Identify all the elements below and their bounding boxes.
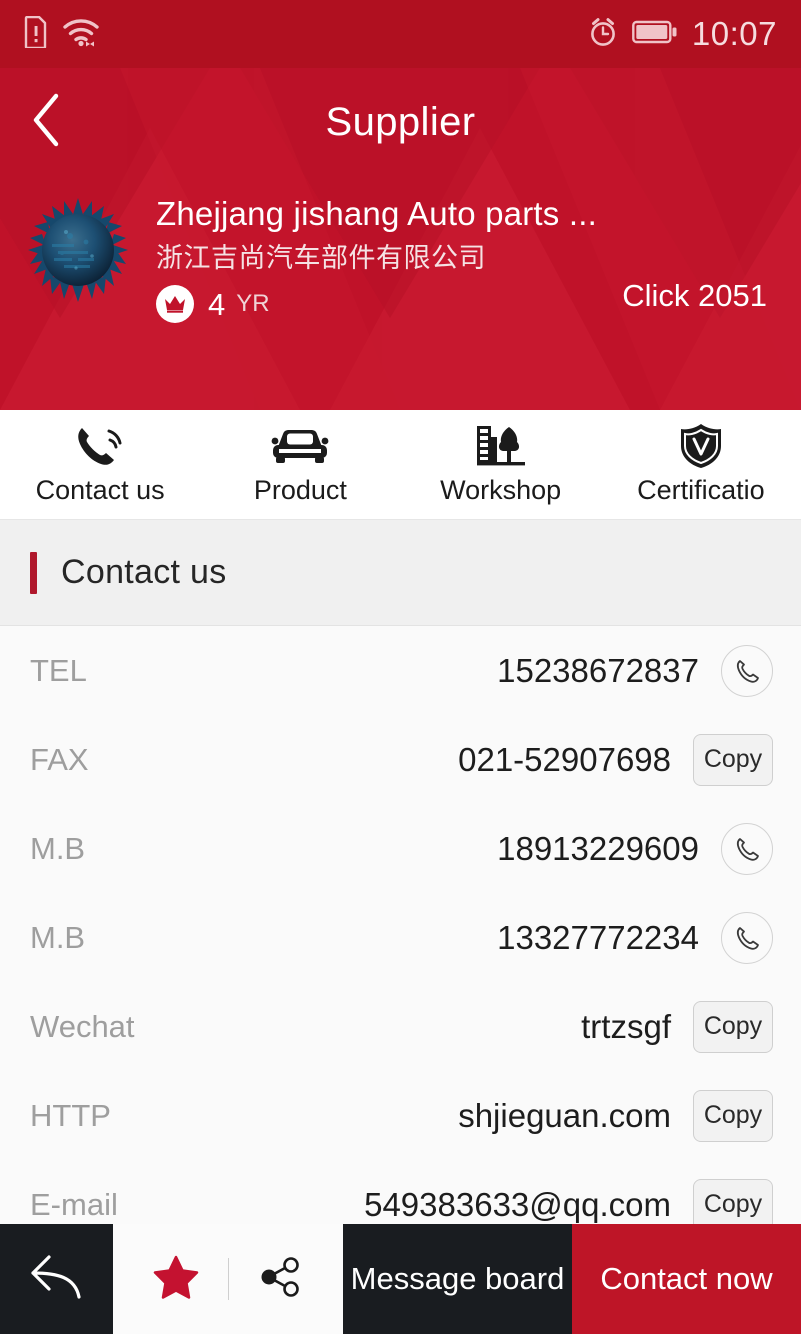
supplier-years-unit: YR — [236, 290, 270, 317]
factory-tree-icon — [473, 423, 529, 469]
wifi-icon — [62, 16, 100, 53]
supplier-years: 4 — [208, 286, 226, 322]
contact-label: TEL — [30, 652, 87, 688]
tab-product[interactable]: Product — [200, 410, 400, 519]
phone-icon — [736, 837, 759, 861]
contact-label: Wechat — [30, 1008, 135, 1044]
contact-label: E-mail — [30, 1186, 118, 1222]
section-accent-bar — [30, 551, 37, 594]
phone-icon — [736, 659, 759, 683]
contact-label: FAX — [30, 741, 89, 777]
status-bar-clock: 10:07 — [691, 15, 777, 52]
section-title: Contact us — [61, 553, 227, 591]
supplier-header: Supplier Zhejjang jishang Auto parts ...… — [0, 68, 801, 410]
tab-contact-us[interactable]: Contact us — [0, 410, 200, 519]
message-board-button[interactable]: Message board — [343, 1224, 572, 1334]
company-logo — [26, 198, 130, 302]
tab-label: Workshop — [440, 475, 562, 505]
contact-value: 15238672837 — [497, 651, 699, 689]
crown-icon — [156, 285, 194, 323]
copy-button[interactable]: Copy — [693, 1089, 773, 1142]
contact-value: 13327772234 — [497, 918, 699, 956]
contact-value: shjieguan.com — [458, 1096, 671, 1134]
contact-row-mb-1: M.B 18913229609 — [0, 804, 801, 893]
copy-button[interactable]: Copy — [693, 733, 773, 786]
contact-row-http: HTTP shjieguan.com Copy — [0, 1071, 801, 1160]
shield-v-icon — [678, 423, 724, 469]
contact-row-wechat: Wechat trtzsgf Copy — [0, 982, 801, 1071]
tab-certification[interactable]: Certificatio — [601, 410, 801, 519]
company-info: Zhejjang jishang Auto parts ... 浙江吉尚汽车部件… — [130, 194, 771, 323]
section-header: Contact us — [0, 520, 801, 626]
company-name-cn: 浙江吉尚汽车部件有限公司 — [156, 243, 486, 273]
call-button[interactable] — [721, 911, 773, 964]
tab-label: Certificatio — [637, 475, 765, 505]
contact-row-fax: FAX 021-52907698 Copy — [0, 715, 801, 804]
favorite-button[interactable] — [124, 1255, 228, 1304]
status-bar-right: 10:07 — [588, 15, 777, 53]
phone-icon — [736, 926, 759, 950]
bottom-action-bar: Message board Contact now — [0, 1224, 801, 1334]
copy-button[interactable]: Copy — [693, 1000, 773, 1053]
call-button[interactable] — [721, 822, 773, 875]
contact-label: M.B — [30, 919, 86, 955]
tab-workshop[interactable]: Workshop — [401, 410, 601, 519]
click-count: Click 2051 — [622, 278, 767, 313]
supplier-page: 10:07 Supplier Zhejjang jishang Auto par… — [0, 0, 801, 1334]
sim-alert-icon — [24, 15, 48, 53]
contact-row-tel: TEL 15238672837 — [0, 626, 801, 715]
navigation-bar: Supplier — [0, 68, 801, 176]
status-bar-left — [24, 15, 100, 53]
contact-value: trtzsgf — [581, 1007, 671, 1045]
contact-list: TEL 15238672837 FAX 021-52907698 Copy M.… — [0, 626, 801, 1249]
car-icon — [269, 423, 331, 469]
battery-icon — [632, 19, 678, 50]
bottom-back-button[interactable] — [0, 1224, 113, 1334]
contact-now-button[interactable]: Contact now — [572, 1224, 801, 1334]
call-button[interactable] — [721, 644, 773, 697]
contact-value: 021-52907698 — [458, 740, 671, 778]
supplier-tabbar: Contact us Product Workshop Certificatio — [0, 410, 801, 520]
phone-ring-icon — [72, 423, 128, 469]
contact-row-mb-2: M.B 13327772234 — [0, 893, 801, 982]
reply-arrow-icon — [27, 1251, 87, 1308]
share-button[interactable] — [229, 1255, 333, 1304]
share-nodes-icon — [258, 1255, 304, 1304]
copy-button[interactable]: Copy — [693, 1178, 773, 1231]
company-name-en: Zhejjang jishang Auto parts ... — [156, 195, 597, 232]
tab-label: Contact us — [35, 475, 165, 505]
contact-value: 18913229609 — [497, 829, 699, 867]
tab-label: Product — [253, 475, 347, 505]
star-icon — [153, 1255, 199, 1304]
page-title: Supplier — [325, 99, 476, 144]
contact-label: HTTP — [30, 1097, 111, 1133]
contact-label: M.B — [30, 830, 86, 866]
company-summary[interactable]: Zhejjang jishang Auto parts ... 浙江吉尚汽车部件… — [0, 176, 801, 323]
status-bar: 10:07 — [0, 0, 801, 68]
contact-value: 549383633@qq.com — [364, 1185, 671, 1223]
alarm-icon — [588, 16, 618, 53]
bottom-secondary-actions — [113, 1224, 343, 1334]
